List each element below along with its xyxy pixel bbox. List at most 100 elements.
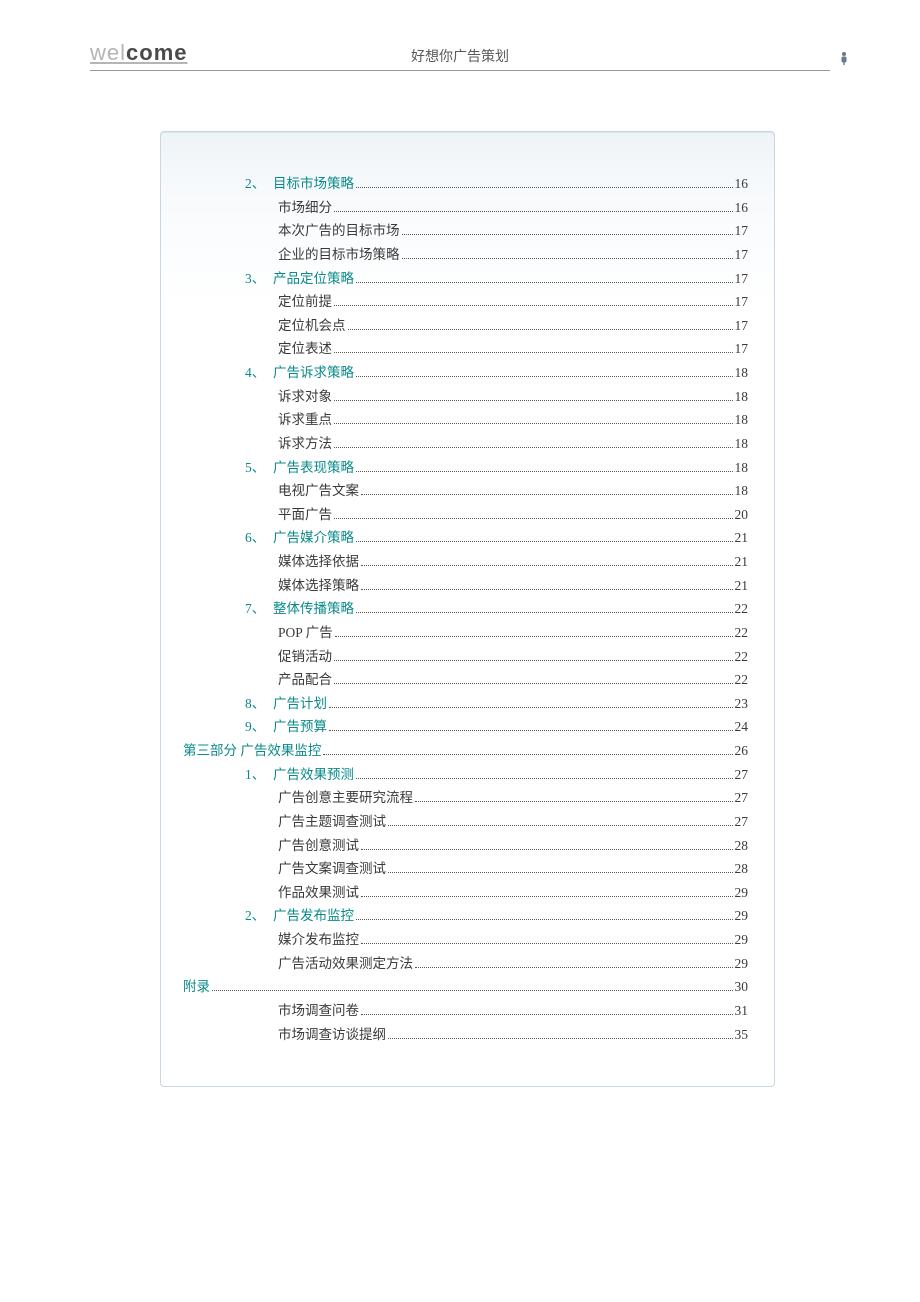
toc-label: 促销活动	[278, 645, 332, 669]
toc-entry: 广告创意主要研究流程27	[183, 786, 752, 810]
toc-entry: 市场调查问卷 31	[183, 999, 752, 1023]
toc-label: 整体传播策略	[273, 597, 354, 621]
toc-number: 9、	[245, 715, 273, 739]
toc-leader-dots	[334, 305, 733, 306]
toc-page-number: 28	[735, 834, 753, 858]
toc-label: 电视广告文案	[278, 479, 359, 503]
toc-page-number: 22	[735, 597, 753, 621]
toc-page-number: 20	[735, 503, 753, 527]
toc-leader-dots	[334, 518, 733, 519]
toc-entry: 定位前提17	[183, 290, 752, 314]
toc-label: 目标市场策略	[273, 172, 354, 196]
toc-entry[interactable]: 附录 30	[183, 975, 752, 999]
toc-entry: 定位表述 17	[183, 337, 752, 361]
toc-label: 广告效果预测	[273, 763, 354, 787]
toc-entry: 诉求方法18	[183, 432, 752, 456]
toc-number: 3、	[245, 267, 273, 291]
toc-entry[interactable]: 6、广告媒介策略21	[183, 526, 752, 550]
toc-entry[interactable]: 5、广告表现策略18	[183, 456, 752, 480]
toc-entry[interactable]: 7、整体传播策略 22	[183, 597, 752, 621]
toc-leader-dots	[356, 612, 733, 613]
toc-label: 广告计划	[273, 692, 327, 716]
toc-entry: 诉求重点 18	[183, 408, 752, 432]
toc-leader-dots	[334, 447, 733, 448]
toc-leader-dots	[334, 352, 733, 353]
toc-page-number: 16	[735, 172, 753, 196]
toc-entry: 促销活动22	[183, 645, 752, 669]
logo: welcome	[90, 40, 188, 66]
toc-entry: POP 广告 22	[183, 621, 752, 645]
toc-leader-dots	[212, 990, 733, 991]
toc-number: 5、	[245, 456, 273, 480]
toc-leader-dots	[323, 754, 732, 755]
toc-page-number: 17	[735, 337, 753, 361]
toc-entry[interactable]: 2、目标市场策略16	[183, 172, 752, 196]
toc-leader-dots	[356, 187, 733, 188]
toc-entry: 市场细分16	[183, 196, 752, 220]
toc-label: 诉求重点	[278, 408, 332, 432]
toc-number: 1、	[245, 763, 273, 787]
toc-entry: 媒体选择策略21	[183, 574, 752, 598]
toc-leader-dots	[356, 282, 733, 283]
page-header: welcome 好想你广告策划	[90, 0, 830, 71]
toc-leader-dots	[361, 943, 733, 944]
toc-number: 7、	[245, 597, 273, 621]
toc-entry: 作品效果测试29	[183, 881, 752, 905]
toc-leader-dots	[334, 211, 733, 212]
toc-label: 媒体选择策略	[278, 574, 359, 598]
toc-leader-dots	[356, 541, 733, 542]
toc-page-number: 21	[735, 526, 753, 550]
toc-entry[interactable]: 9、广告预算24	[183, 715, 752, 739]
toc-label: 定位机会点	[278, 314, 346, 338]
toc-label: 广告活动效果测定方法	[278, 952, 413, 976]
toc-entry[interactable]: 8、广告计划23	[183, 692, 752, 716]
toc-leader-dots	[361, 896, 733, 897]
toc-entry[interactable]: 1、广告效果预测27	[183, 763, 752, 787]
toc-page-number: 17	[735, 314, 753, 338]
toc-leader-dots	[334, 683, 733, 684]
toc-page-number: 22	[735, 621, 753, 645]
toc-label: 产品配合	[278, 668, 332, 692]
toc-label: POP 广告	[278, 621, 333, 645]
toc-page-number: 17	[735, 219, 753, 243]
toc-label: 市场调查访谈提纲	[278, 1023, 386, 1047]
toc-leader-dots	[361, 849, 733, 850]
toc-page-number: 22	[735, 668, 753, 692]
toc-label: 市场调查问卷	[278, 999, 359, 1023]
toc-label: 定位表述	[278, 337, 332, 361]
toc-page-number: 30	[735, 975, 753, 999]
toc-page-number: 18	[735, 361, 753, 385]
toc-label: 广告诉求策略	[273, 361, 354, 385]
toc-entry[interactable]: 3、产品定位策略17	[183, 267, 752, 291]
toc-label: 附录	[183, 975, 210, 999]
toc-label: 作品效果测试	[278, 881, 359, 905]
toc-leader-dots	[388, 1038, 733, 1039]
toc-entry[interactable]: 第三部分 广告效果监控26	[183, 739, 752, 763]
toc-leader-dots	[334, 400, 733, 401]
toc-entry: 定位机会点 17	[183, 314, 752, 338]
toc-sheet: 2、目标市场策略16市场细分16本次广告的目标市场17企业的目标市场策略173、…	[160, 131, 775, 1087]
toc-entry: 市场调查访谈提纲 35	[183, 1023, 752, 1047]
toc-page-number: 31	[735, 999, 753, 1023]
toc-label: 媒介发布监控	[278, 928, 359, 952]
toc-entry: 媒体选择依据21	[183, 550, 752, 574]
toc-entry: 广告创意测试28	[183, 834, 752, 858]
toc-entry: 广告主题调查测试27	[183, 810, 752, 834]
toc-leader-dots	[402, 234, 733, 235]
toc-label: 广告主题调查测试	[278, 810, 386, 834]
toc-label: 诉求方法	[278, 432, 332, 456]
toc-page-number: 18	[735, 408, 753, 432]
toc-leader-dots	[356, 376, 733, 377]
toc-number: 2、	[245, 904, 273, 928]
toc-number: 4、	[245, 361, 273, 385]
toc-leader-dots	[361, 1014, 733, 1015]
toc-page-number: 35	[735, 1023, 753, 1047]
toc-leader-dots	[356, 471, 733, 472]
toc-entry[interactable]: 4、广告诉求策略 18	[183, 361, 752, 385]
logo-prefix: wel	[90, 40, 126, 65]
toc-number: 8、	[245, 692, 273, 716]
toc-label: 诉求对象	[278, 385, 332, 409]
toc-entry[interactable]: 2、广告发布监控29	[183, 904, 752, 928]
toc-leader-dots	[329, 730, 733, 731]
toc-leader-dots	[415, 967, 733, 968]
